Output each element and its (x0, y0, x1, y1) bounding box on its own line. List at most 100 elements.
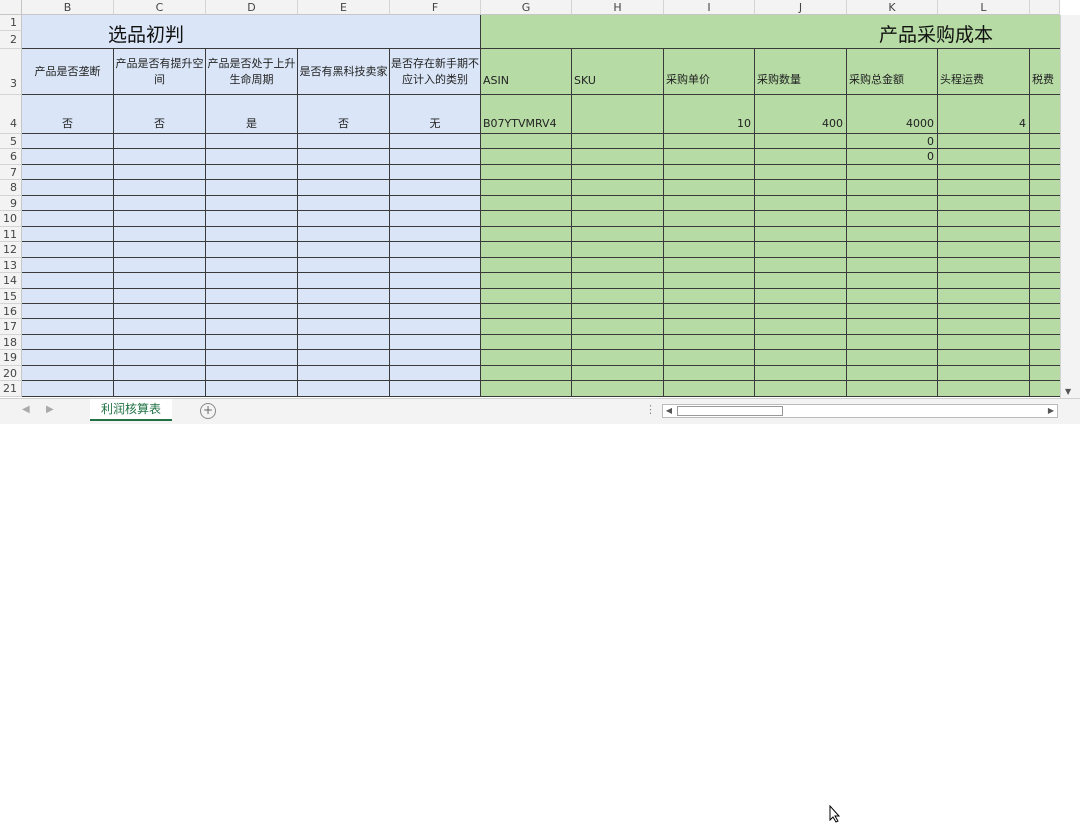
cell-i4[interactable]: 10 (664, 95, 755, 134)
cell-d13[interactable] (206, 258, 298, 273)
cell-j14[interactable] (755, 273, 847, 289)
cell-h18[interactable] (572, 335, 664, 350)
row-header-11[interactable]: 11 (0, 227, 22, 242)
cell-i7[interactable] (664, 165, 755, 180)
cell-l5[interactable] (938, 134, 1030, 149)
cell-b16[interactable] (22, 304, 114, 319)
cell-e15[interactable] (298, 289, 390, 304)
cell-k20[interactable] (847, 366, 938, 381)
cell-k13[interactable] (847, 258, 938, 273)
cell-l10[interactable] (938, 211, 1030, 227)
cell-h9[interactable] (572, 196, 664, 211)
scroll-down-arrow-icon[interactable]: ▼ (1065, 387, 1071, 396)
cell-g6[interactable] (481, 149, 572, 165)
cell-d16[interactable] (206, 304, 298, 319)
header-monopoly[interactable]: 产品是否垄断 (22, 49, 114, 95)
cell-l8[interactable] (938, 180, 1030, 196)
cell-h8[interactable] (572, 180, 664, 196)
cell-m20[interactable] (1030, 366, 1060, 381)
cell-m19[interactable] (1030, 350, 1060, 366)
column-header-m[interactable] (1030, 0, 1060, 15)
cell-l21[interactable] (938, 381, 1030, 397)
cell-e4[interactable]: 否 (298, 95, 390, 134)
row-header-12[interactable]: 12 (0, 242, 22, 258)
cell-i10[interactable] (664, 211, 755, 227)
cell-e12[interactable] (298, 242, 390, 258)
cell-c14[interactable] (114, 273, 206, 289)
cell-b15[interactable] (22, 289, 114, 304)
cell-b17[interactable] (22, 319, 114, 335)
cell-e5[interactable] (298, 134, 390, 149)
cell-l12[interactable] (938, 242, 1030, 258)
row-header-18[interactable]: 18 (0, 335, 22, 350)
cell-d21[interactable] (206, 381, 298, 397)
cell-h7[interactable] (572, 165, 664, 180)
cell-f14[interactable] (390, 273, 481, 289)
cell-l15[interactable] (938, 289, 1030, 304)
cell-f8[interactable] (390, 180, 481, 196)
cell-c18[interactable] (114, 335, 206, 350)
column-header-i[interactable]: I (664, 0, 755, 15)
cell-m15[interactable] (1030, 289, 1060, 304)
cell-c12[interactable] (114, 242, 206, 258)
cell-d4[interactable]: 是 (206, 95, 298, 134)
row-header-13[interactable]: 13 (0, 258, 22, 273)
row-header-8[interactable]: 8 (0, 180, 22, 196)
cell-g7[interactable] (481, 165, 572, 180)
cell-j12[interactable] (755, 242, 847, 258)
cell-l4[interactable]: 4 (938, 95, 1030, 134)
cell-k11[interactable] (847, 227, 938, 242)
purchase-cost-title-cell[interactable]: 产品采购成本 (481, 15, 1060, 49)
cell-i19[interactable] (664, 350, 755, 366)
sheet-tab-profit[interactable]: 利润核算表 (90, 399, 172, 421)
cell-j4[interactable]: 400 (755, 95, 847, 134)
cell-g10[interactable] (481, 211, 572, 227)
cell-i16[interactable] (664, 304, 755, 319)
cell-f21[interactable] (390, 381, 481, 397)
header-improvement[interactable]: 产品是否有提升空间 (114, 49, 206, 95)
cell-g19[interactable] (481, 350, 572, 366)
cell-m4[interactable] (1030, 95, 1060, 134)
column-header-b[interactable]: B (22, 0, 114, 15)
cell-l13[interactable] (938, 258, 1030, 273)
cell-e14[interactable] (298, 273, 390, 289)
cell-f13[interactable] (390, 258, 481, 273)
cell-e17[interactable] (298, 319, 390, 335)
cell-h13[interactable] (572, 258, 664, 273)
cell-g15[interactable] (481, 289, 572, 304)
row-header-2[interactable]: 2 (0, 31, 22, 49)
row-header-9[interactable]: 9 (0, 196, 22, 211)
cell-j10[interactable] (755, 211, 847, 227)
cell-g17[interactable] (481, 319, 572, 335)
cell-m21[interactable] (1030, 381, 1060, 397)
cell-e18[interactable] (298, 335, 390, 350)
cell-h17[interactable] (572, 319, 664, 335)
cell-d20[interactable] (206, 366, 298, 381)
spreadsheet-grid[interactable]: B C D E F G H I J K L 1 2 3 4 5 6 7 8 9 … (0, 0, 1080, 398)
cell-c9[interactable] (114, 196, 206, 211)
cell-k17[interactable] (847, 319, 938, 335)
cell-f9[interactable] (390, 196, 481, 211)
cell-i14[interactable] (664, 273, 755, 289)
cell-i6[interactable] (664, 149, 755, 165)
cell-g8[interactable] (481, 180, 572, 196)
row-header-16[interactable]: 16 (0, 304, 22, 319)
header-asin[interactable]: ASIN (481, 49, 572, 95)
selection-title-cell[interactable]: 选品初判 (22, 15, 481, 49)
cell-j20[interactable] (755, 366, 847, 381)
column-header-l[interactable]: L (938, 0, 1030, 15)
column-header-d[interactable]: D (206, 0, 298, 15)
horizontal-scroll-thumb[interactable] (677, 406, 783, 416)
cell-m12[interactable] (1030, 242, 1060, 258)
header-newbie-category[interactable]: 是否存在新手期不应计入的类别 (390, 49, 481, 95)
cell-d11[interactable] (206, 227, 298, 242)
cell-h14[interactable] (572, 273, 664, 289)
cell-c15[interactable] (114, 289, 206, 304)
cell-j15[interactable] (755, 289, 847, 304)
row-header-21[interactable]: 21 (0, 381, 22, 397)
cell-f4[interactable]: 无 (390, 95, 481, 134)
cell-i20[interactable] (664, 366, 755, 381)
cell-h20[interactable] (572, 366, 664, 381)
cell-e19[interactable] (298, 350, 390, 366)
column-header-j[interactable]: J (755, 0, 847, 15)
